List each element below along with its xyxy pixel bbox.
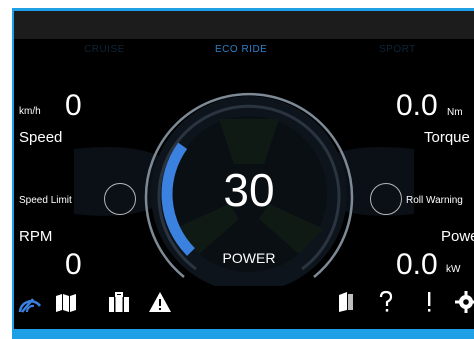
roll-warning-label: Roll Warning bbox=[406, 195, 463, 206]
gear-icon[interactable] bbox=[454, 290, 474, 314]
help-icon[interactable] bbox=[374, 290, 398, 314]
roll-warning-toggle[interactable] bbox=[370, 183, 402, 215]
map-icon[interactable] bbox=[54, 290, 78, 314]
speed-limit-label: Speed Limit bbox=[19, 195, 72, 206]
power-kw-label: Power bbox=[441, 228, 474, 245]
power-kw-unit: kW bbox=[446, 264, 461, 275]
torque-label: Torque bbox=[424, 129, 470, 146]
torque-unit: Nm bbox=[447, 107, 463, 118]
book-icon[interactable] bbox=[334, 290, 358, 314]
speed-label: Speed bbox=[19, 129, 63, 146]
speed-value: 0 bbox=[65, 89, 82, 122]
dashboard-main: CRUISE ECO RIDE SPORT km/h 0 Speed 0.0 N… bbox=[14, 39, 474, 286]
power-gauge-label: POWER bbox=[222, 250, 276, 266]
bottom-nav-bar bbox=[14, 286, 474, 329]
warning-icon[interactable] bbox=[148, 290, 172, 314]
rpm-label: RPM bbox=[19, 228, 53, 245]
speed-unit: km/h bbox=[19, 106, 41, 117]
alert-icon[interactable] bbox=[417, 290, 441, 314]
speed-limit-toggle[interactable] bbox=[104, 183, 136, 215]
briefcase-icon[interactable] bbox=[107, 290, 131, 314]
rpm-value: 0 bbox=[65, 248, 82, 281]
dashboard-screen: CRUISE ECO RIDE SPORT km/h 0 Speed 0.0 N… bbox=[14, 11, 474, 329]
power-kw-value: 0.0 bbox=[396, 248, 438, 281]
torque-value: 0.0 bbox=[396, 89, 438, 122]
power-gauge-value: 30 bbox=[223, 164, 275, 216]
top-status-bar bbox=[14, 11, 474, 39]
gauge-icon[interactable] bbox=[18, 290, 42, 314]
